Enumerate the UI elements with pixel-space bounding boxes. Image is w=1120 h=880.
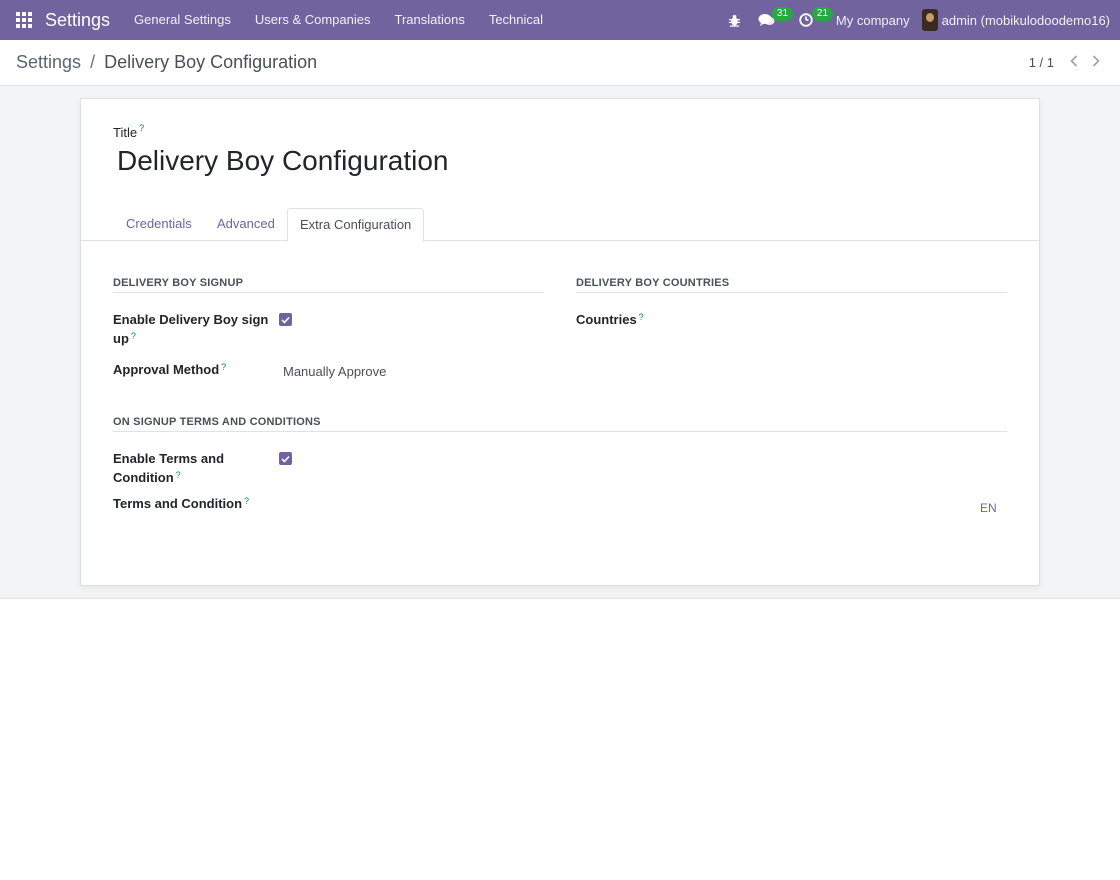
messages-button[interactable]: 31 — [750, 0, 794, 40]
app-name[interactable]: Settings — [45, 10, 110, 31]
breadcrumb-separator: / — [90, 52, 96, 72]
activities-button[interactable]: 21 — [790, 0, 834, 40]
title-help-icon[interactable]: ? — [139, 123, 144, 133]
tab-extra-configuration[interactable]: Extra Configuration — [287, 208, 425, 242]
bug-icon — [729, 14, 741, 27]
enable-signup-label-line2: up — [113, 331, 129, 346]
debug-button[interactable] — [720, 0, 750, 40]
enable-terms-checkbox[interactable] — [279, 452, 292, 465]
countries-label-text: Countries — [576, 312, 637, 327]
top-navbar: Settings General Settings Users & Compan… — [0, 0, 1120, 40]
countries-help-icon[interactable]: ? — [639, 312, 644, 322]
user-menu[interactable]: admin (mobikulodoodemo16) — [921, 9, 1120, 31]
menu-translations[interactable]: Translations — [383, 0, 477, 40]
terms-condition-label-text: Terms and Condition — [113, 496, 243, 511]
section-title-terms: ON SIGNUP TERMS AND CONDITIONS — [113, 416, 321, 428]
title-label-text: Title — [113, 125, 138, 140]
enable-terms-label: Enable Terms and Condition? — [113, 449, 273, 487]
control-panel: Settings / Delivery Boy Configuration 1 … — [0, 40, 1120, 86]
menu-general-settings[interactable]: General Settings — [122, 0, 243, 40]
apps-grid-icon — [16, 12, 32, 28]
section-divider — [113, 431, 1007, 432]
enable-signup-help-icon[interactable]: ? — [131, 331, 136, 341]
enable-signup-label-line1: Enable Delivery Boy sign — [113, 312, 269, 327]
user-name: admin (mobikulodoodemo16) — [941, 12, 1110, 28]
enable-signup-checkbox[interactable] — [279, 313, 292, 326]
enable-terms-label-line2: Condition — [113, 470, 174, 485]
enable-signup-label: Enable Delivery Boy sign up? — [113, 310, 273, 348]
tab-credentials[interactable]: Credentials — [114, 208, 204, 241]
section-divider — [576, 292, 1007, 293]
tab-advanced[interactable]: Advanced — [205, 208, 287, 241]
check-icon — [281, 455, 290, 463]
pager-value[interactable]: 1 / 1 — [1029, 55, 1054, 70]
activities-count-badge: 21 — [811, 7, 834, 21]
form-view-area: Title? Delivery Boy Configuration Creden… — [0, 86, 1120, 599]
pager: 1 / 1 — [1029, 54, 1106, 70]
terms-condition-help-icon[interactable]: ? — [244, 496, 249, 506]
section-title-signup: DELIVERY BOY SIGNUP — [113, 277, 244, 289]
approval-method-select[interactable]: Manually Approve — [283, 364, 386, 379]
check-icon — [281, 316, 290, 324]
navbar-systray: 31 21 My company admin (mobikulodoodemo1… — [720, 0, 1120, 40]
enable-terms-label-line1: Enable Terms and — [113, 451, 225, 466]
section-divider — [113, 292, 544, 293]
countries-label: Countries? — [576, 310, 644, 329]
chevron-right-icon — [1092, 55, 1100, 67]
title-field-label: Title? — [113, 123, 144, 140]
company-switcher[interactable]: My company — [830, 13, 922, 28]
clock-icon — [799, 13, 813, 27]
avatar — [921, 9, 938, 31]
language-button[interactable]: EN — [980, 501, 997, 515]
approval-method-label: Approval Method? — [113, 360, 226, 379]
approval-method-help-icon[interactable]: ? — [221, 362, 226, 372]
form-sheet: Title? Delivery Boy Configuration Creden… — [80, 98, 1040, 586]
title-input[interactable]: Delivery Boy Configuration — [117, 145, 449, 177]
pager-next-button[interactable] — [1086, 54, 1106, 70]
breadcrumb-current: Delivery Boy Configuration — [104, 52, 318, 72]
menu-technical[interactable]: Technical — [477, 0, 555, 40]
pager-previous-button[interactable] — [1064, 54, 1084, 70]
section-title-countries: DELIVERY BOY COUNTRIES — [576, 277, 730, 289]
enable-terms-help-icon[interactable]: ? — [176, 470, 181, 480]
menu-users-companies[interactable]: Users & Companies — [243, 0, 383, 40]
breadcrumb: Settings / Delivery Boy Configuration — [16, 52, 317, 73]
approval-method-label-text: Approval Method — [113, 362, 220, 377]
notebook-tabs: Credentials Advanced Extra Configuration — [81, 208, 1039, 242]
terms-condition-label: Terms and Condition? — [113, 494, 249, 513]
breadcrumb-settings-link[interactable]: Settings — [16, 52, 81, 72]
apps-menu-button[interactable] — [0, 0, 48, 40]
chevron-left-icon — [1070, 55, 1078, 67]
